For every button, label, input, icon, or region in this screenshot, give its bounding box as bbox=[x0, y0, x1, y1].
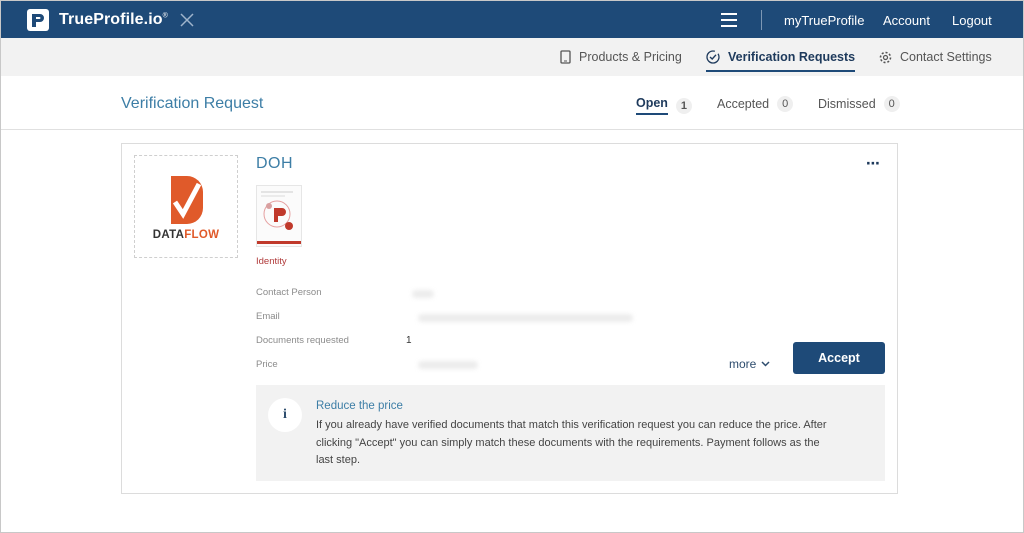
tab-label: Accepted bbox=[717, 97, 770, 111]
more-options-icon[interactable]: ⋯ bbox=[866, 155, 881, 172]
subnav-label: Verification Requests bbox=[728, 50, 856, 64]
nav-account[interactable]: Account bbox=[883, 13, 930, 28]
document-preview-icon bbox=[257, 186, 301, 246]
email-value-redacted bbox=[418, 314, 633, 322]
contact-person-value-redacted bbox=[412, 290, 434, 298]
check-circle-icon bbox=[706, 50, 720, 64]
trueprofile-logo-icon bbox=[27, 9, 49, 31]
nav-divider bbox=[761, 10, 762, 30]
info-title: Reduce the price bbox=[316, 400, 403, 412]
subnav-label: Products & Pricing bbox=[579, 50, 682, 64]
tab-label: Open bbox=[636, 96, 668, 115]
page-title: Verification Request bbox=[121, 95, 264, 112]
header-divider bbox=[1, 129, 1023, 130]
email-label: Email bbox=[256, 311, 280, 322]
x-mark-icon bbox=[180, 13, 194, 27]
company-name: DOH bbox=[256, 155, 294, 172]
tab-accepted[interactable]: Accepted 0 bbox=[717, 96, 794, 112]
document-thumbnail[interactable] bbox=[256, 185, 302, 247]
subnav-verification-requests[interactable]: Verification Requests bbox=[706, 50, 856, 72]
info-icon: i bbox=[268, 398, 302, 432]
tab-count-badge: 1 bbox=[675, 97, 692, 114]
sub-navigation: Products & Pricing Verification Requests… bbox=[1, 38, 1023, 76]
tab-label: Dismissed bbox=[818, 97, 876, 111]
tab-count-badge: 0 bbox=[883, 96, 900, 112]
nav-logout[interactable]: Logout bbox=[952, 13, 992, 28]
contact-person-label: Contact Person bbox=[256, 287, 322, 298]
document-type-label: Identity bbox=[256, 256, 287, 267]
chevron-down-icon bbox=[761, 361, 770, 367]
info-text: If you already have verified documents t… bbox=[316, 419, 827, 466]
more-link-label: more bbox=[729, 357, 757, 371]
subnav-label: Contact Settings bbox=[900, 50, 992, 64]
active-tab-underline bbox=[706, 70, 856, 72]
brand-logo[interactable]: TrueProfile.io® bbox=[27, 9, 168, 31]
hamburger-menu-icon[interactable] bbox=[721, 13, 737, 27]
nav-mytrueprofile[interactable]: myTrueProfile bbox=[784, 13, 864, 28]
documents-requested-value: 1 bbox=[406, 335, 412, 346]
company-logo-text: DATAFLOW bbox=[152, 229, 220, 241]
more-details-link[interactable]: more bbox=[729, 357, 770, 371]
gear-icon bbox=[879, 51, 892, 63]
documents-requested-label: Documents requested bbox=[256, 335, 349, 346]
brand-name: TrueProfile.io® bbox=[59, 11, 168, 28]
dataflow-logo-icon bbox=[171, 176, 203, 224]
price-value-redacted bbox=[418, 361, 478, 369]
price-label: Price bbox=[256, 359, 278, 370]
company-logo: DATAFLOW bbox=[134, 155, 238, 258]
subnav-products-pricing[interactable]: Products & Pricing bbox=[560, 50, 682, 64]
accept-button[interactable]: Accept bbox=[793, 342, 885, 374]
tab-count-badge: 0 bbox=[777, 96, 794, 112]
subnav-contact-settings[interactable]: Contact Settings bbox=[879, 50, 992, 64]
top-bar: TrueProfile.io® myTrueProfile Account Lo… bbox=[1, 1, 1023, 38]
tab-open[interactable]: Open 1 bbox=[636, 96, 692, 115]
tablet-icon bbox=[560, 50, 571, 64]
tab-dismissed[interactable]: Dismissed 0 bbox=[818, 96, 900, 112]
